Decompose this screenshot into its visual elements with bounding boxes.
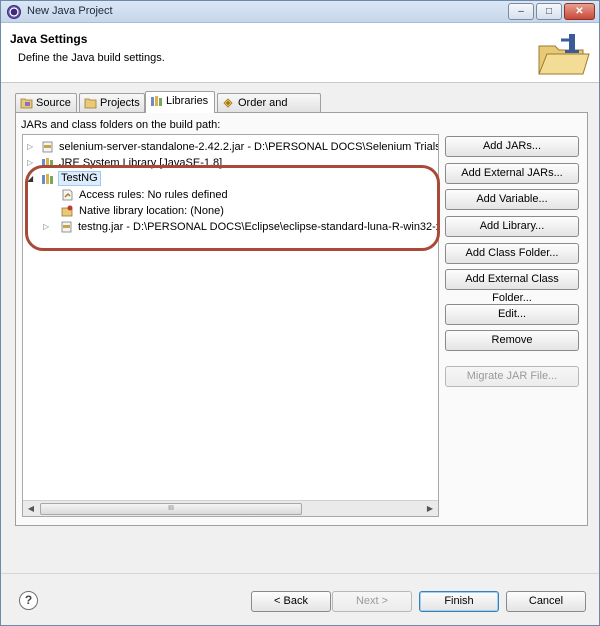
back-button[interactable]: < Back [251,591,331,612]
close-button[interactable]: ✕ [564,3,595,20]
projects-icon [84,98,97,109]
tab-projects-label: Projects [100,97,140,109]
source-folder-icon [20,98,33,109]
collapse-arrow-icon[interactable]: ◢ [27,175,35,183]
next-button[interactable]: Next > [332,591,412,612]
edit-button[interactable]: Edit... [445,304,579,325]
order-export-icon [223,98,233,108]
add-external-class-folder-button[interactable]: Add External Class Folder... [445,269,579,304]
window-title: New Java Project [27,5,113,17]
cancel-button[interactable]: Cancel [506,591,586,612]
finish-button[interactable]: Finish [419,591,499,612]
library-icon [42,158,53,168]
tab-libraries-label: Libraries [166,95,209,107]
java-project-folder-icon [538,34,590,75]
add-jars-button[interactable]: Add JARs... [445,136,579,157]
tree-item-label: Access rules: No rules defined [79,189,228,201]
horizontal-scrollbar[interactable]: ◀ III ▶ [23,500,438,516]
tree-item-label: TestNG [58,171,101,186]
scroll-right-icon[interactable]: ▶ [422,501,438,517]
libraries-icon [151,96,162,106]
footer-separator [1,573,599,574]
wizard-header: Java Settings Define the Java build sett… [1,23,599,83]
add-library-button[interactable]: Add Library... [445,216,579,237]
jar-icon [42,141,53,153]
expand-arrow-icon[interactable]: ▷ [27,143,35,151]
add-external-jars-button[interactable]: Add External JARs... [445,163,579,184]
library-icon [42,174,53,184]
tree-item-label: Native library location: (None) [79,205,224,217]
scroll-left-icon[interactable]: ◀ [23,501,39,517]
jar-icon [61,221,72,233]
title-bar[interactable]: New Java Project – □ ✕ [1,1,599,23]
tab-order-and-export[interactable]: Order and Export [217,93,321,127]
build-path-heading: JARs and class folders on the build path… [21,119,221,131]
tree-item-label: selenium-server-standalone-2.42.2.jar - … [59,141,439,153]
maximize-button[interactable]: □ [536,3,562,20]
build-path-tree[interactable]: ▷ selenium-server-standalone-2.42.2.jar … [22,134,439,517]
help-icon[interactable]: ? [19,591,38,610]
migrate-jar-file-button[interactable]: Migrate JAR File... [445,366,579,387]
page-title: Java Settings [10,32,88,46]
tab-source-label: Source [36,97,71,109]
eclipse-icon [7,5,21,19]
new-java-project-dialog: New Java Project – □ ✕ Java Settings Def… [0,0,600,626]
tab-source[interactable]: Source [15,93,77,112]
tab-libraries[interactable]: Libraries [145,91,215,113]
expand-arrow-icon[interactable]: ▷ [43,223,51,231]
add-class-folder-button[interactable]: Add Class Folder... [445,243,579,264]
remove-button[interactable]: Remove [445,330,579,351]
expand-arrow-icon[interactable]: ▷ [27,159,35,167]
page-description: Define the Java build settings. [18,52,165,64]
scroll-thumb[interactable]: III [40,503,302,515]
tab-projects[interactable]: Projects [79,93,145,112]
native-library-icon [61,205,73,217]
tree-item-label: JRE System Library [JavaSE-1.8] [59,157,223,169]
tree-item-label: testng.jar - D:\PERSONAL DOCS\Eclipse\ec… [78,221,439,233]
access-rules-icon [62,189,73,201]
add-variable-button[interactable]: Add Variable... [445,189,579,210]
minimize-button[interactable]: – [508,3,534,20]
